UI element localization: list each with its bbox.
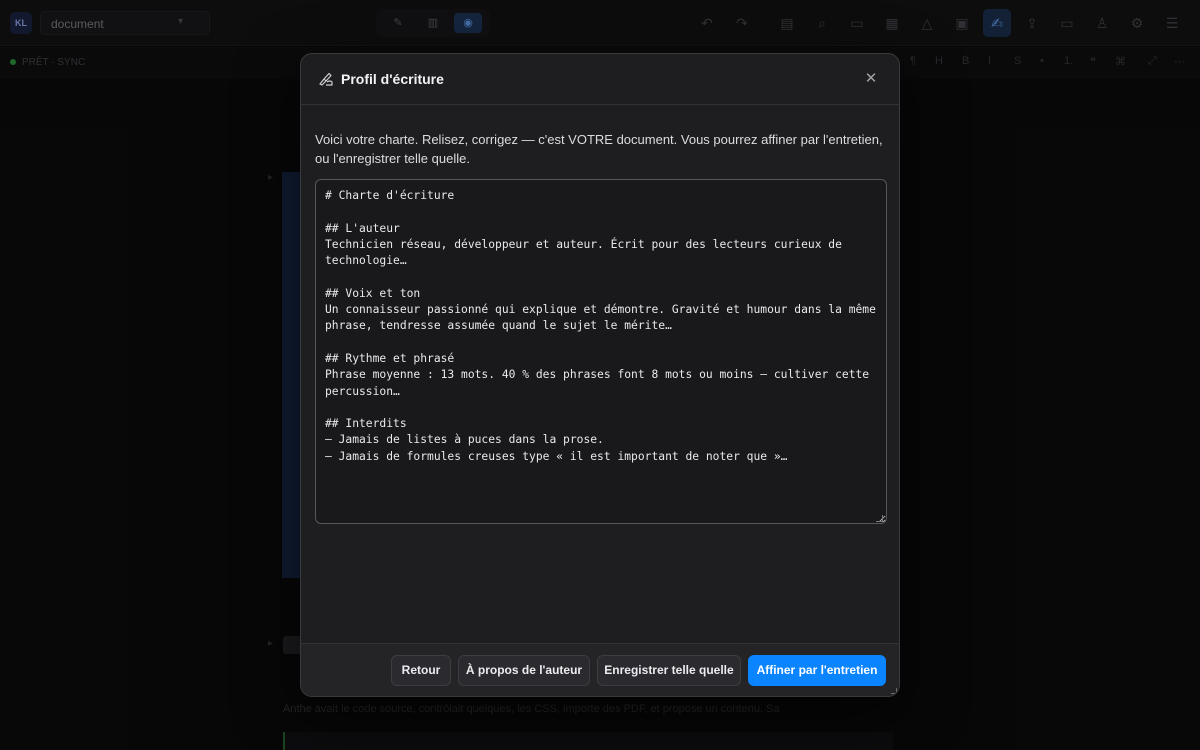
close-icon[interactable]: ✕ (863, 71, 879, 87)
save-as-is-button[interactable]: Enregistrer telle quelle (597, 655, 741, 686)
refine-interview-button[interactable]: Affiner par l'entretien (748, 655, 886, 686)
resize-handle-icon[interactable] (876, 515, 883, 522)
dialog-title: Profil d'écriture (341, 71, 444, 87)
back-button[interactable]: Retour (391, 655, 451, 686)
dialog-intro-text: Voici votre charte. Relisez, corrigez — … (315, 132, 883, 166)
writing-hand-icon (319, 72, 333, 86)
dialog-resize-icon[interactable] (891, 688, 897, 694)
about-author-button[interactable]: À propos de l'auteur (458, 655, 590, 686)
charter-editor[interactable]: # Charte d'écriture ## L'auteur Technici… (315, 179, 887, 524)
dialog-header: Profil d'écriture ✕ (301, 54, 899, 105)
dialog-footer: Retour À propos de l'auteur Enregistrer … (301, 643, 899, 696)
writing-profile-dialog: Profil d'écriture ✕ Voici votre charte. … (300, 53, 900, 697)
